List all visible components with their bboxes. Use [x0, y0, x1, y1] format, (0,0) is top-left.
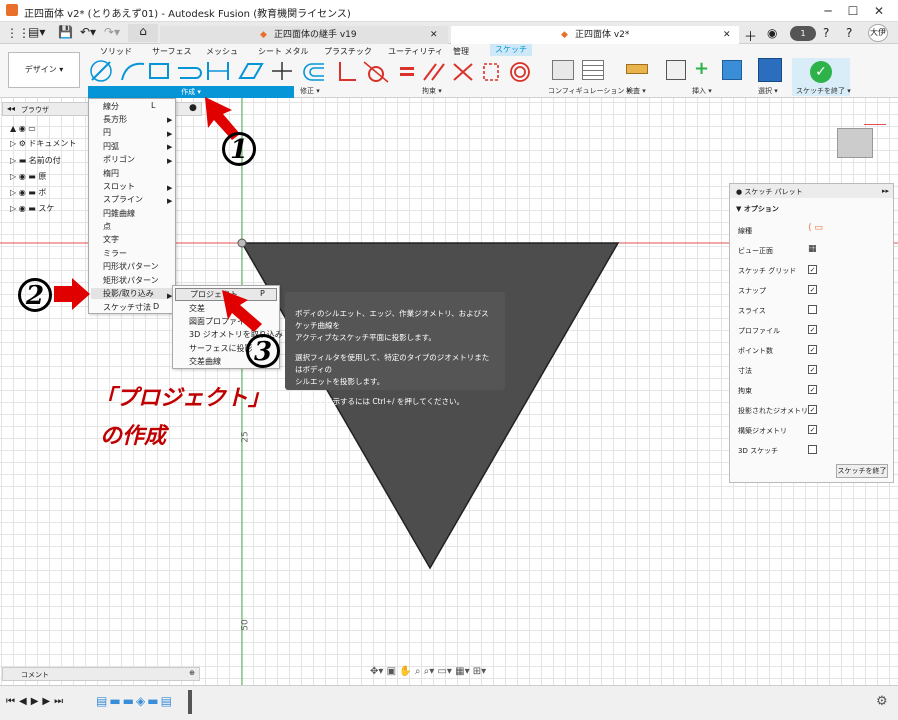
arrow-2-icon: [54, 278, 90, 310]
caption-line-1: 「プロジェクト」: [94, 386, 271, 411]
arrow-3-icon: [222, 290, 262, 332]
step-3-marker: 3: [246, 334, 280, 368]
step-2-marker: 2: [18, 278, 52, 312]
annotation-arrows: [54, 97, 262, 332]
step-1-marker: 1: [222, 132, 256, 166]
caption-line-2: の作成: [100, 424, 167, 449]
